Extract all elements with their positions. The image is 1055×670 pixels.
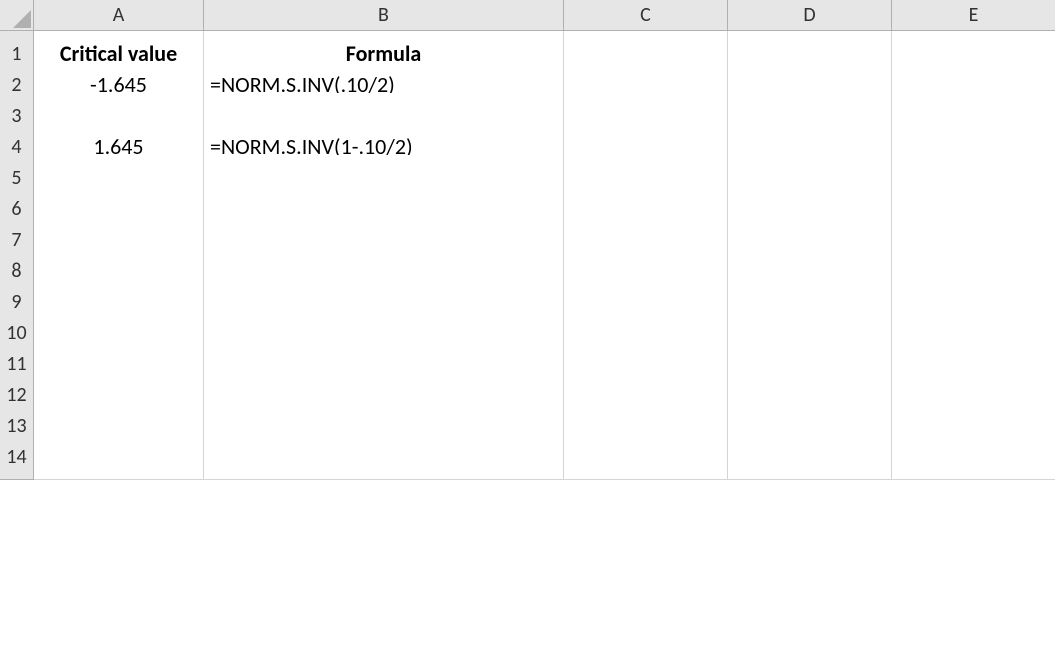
row-header-14[interactable]: 14	[0, 434, 34, 480]
cell-B14[interactable]	[204, 434, 564, 480]
col-header-E[interactable]: E	[892, 0, 1055, 31]
col-header-B[interactable]: B	[204, 0, 564, 31]
cell-E14[interactable]	[892, 434, 1055, 480]
cell-C14[interactable]	[564, 434, 728, 480]
col-header-C[interactable]: C	[564, 0, 728, 31]
select-all-corner[interactable]	[0, 0, 34, 31]
col-header-A[interactable]: A	[34, 0, 204, 31]
cell-A14[interactable]	[34, 434, 204, 480]
cell-D14[interactable]	[728, 434, 892, 480]
spreadsheet-grid: A B C D E 1 Critical value Formula 2 -1.…	[0, 0, 1055, 465]
col-header-D[interactable]: D	[728, 0, 892, 31]
